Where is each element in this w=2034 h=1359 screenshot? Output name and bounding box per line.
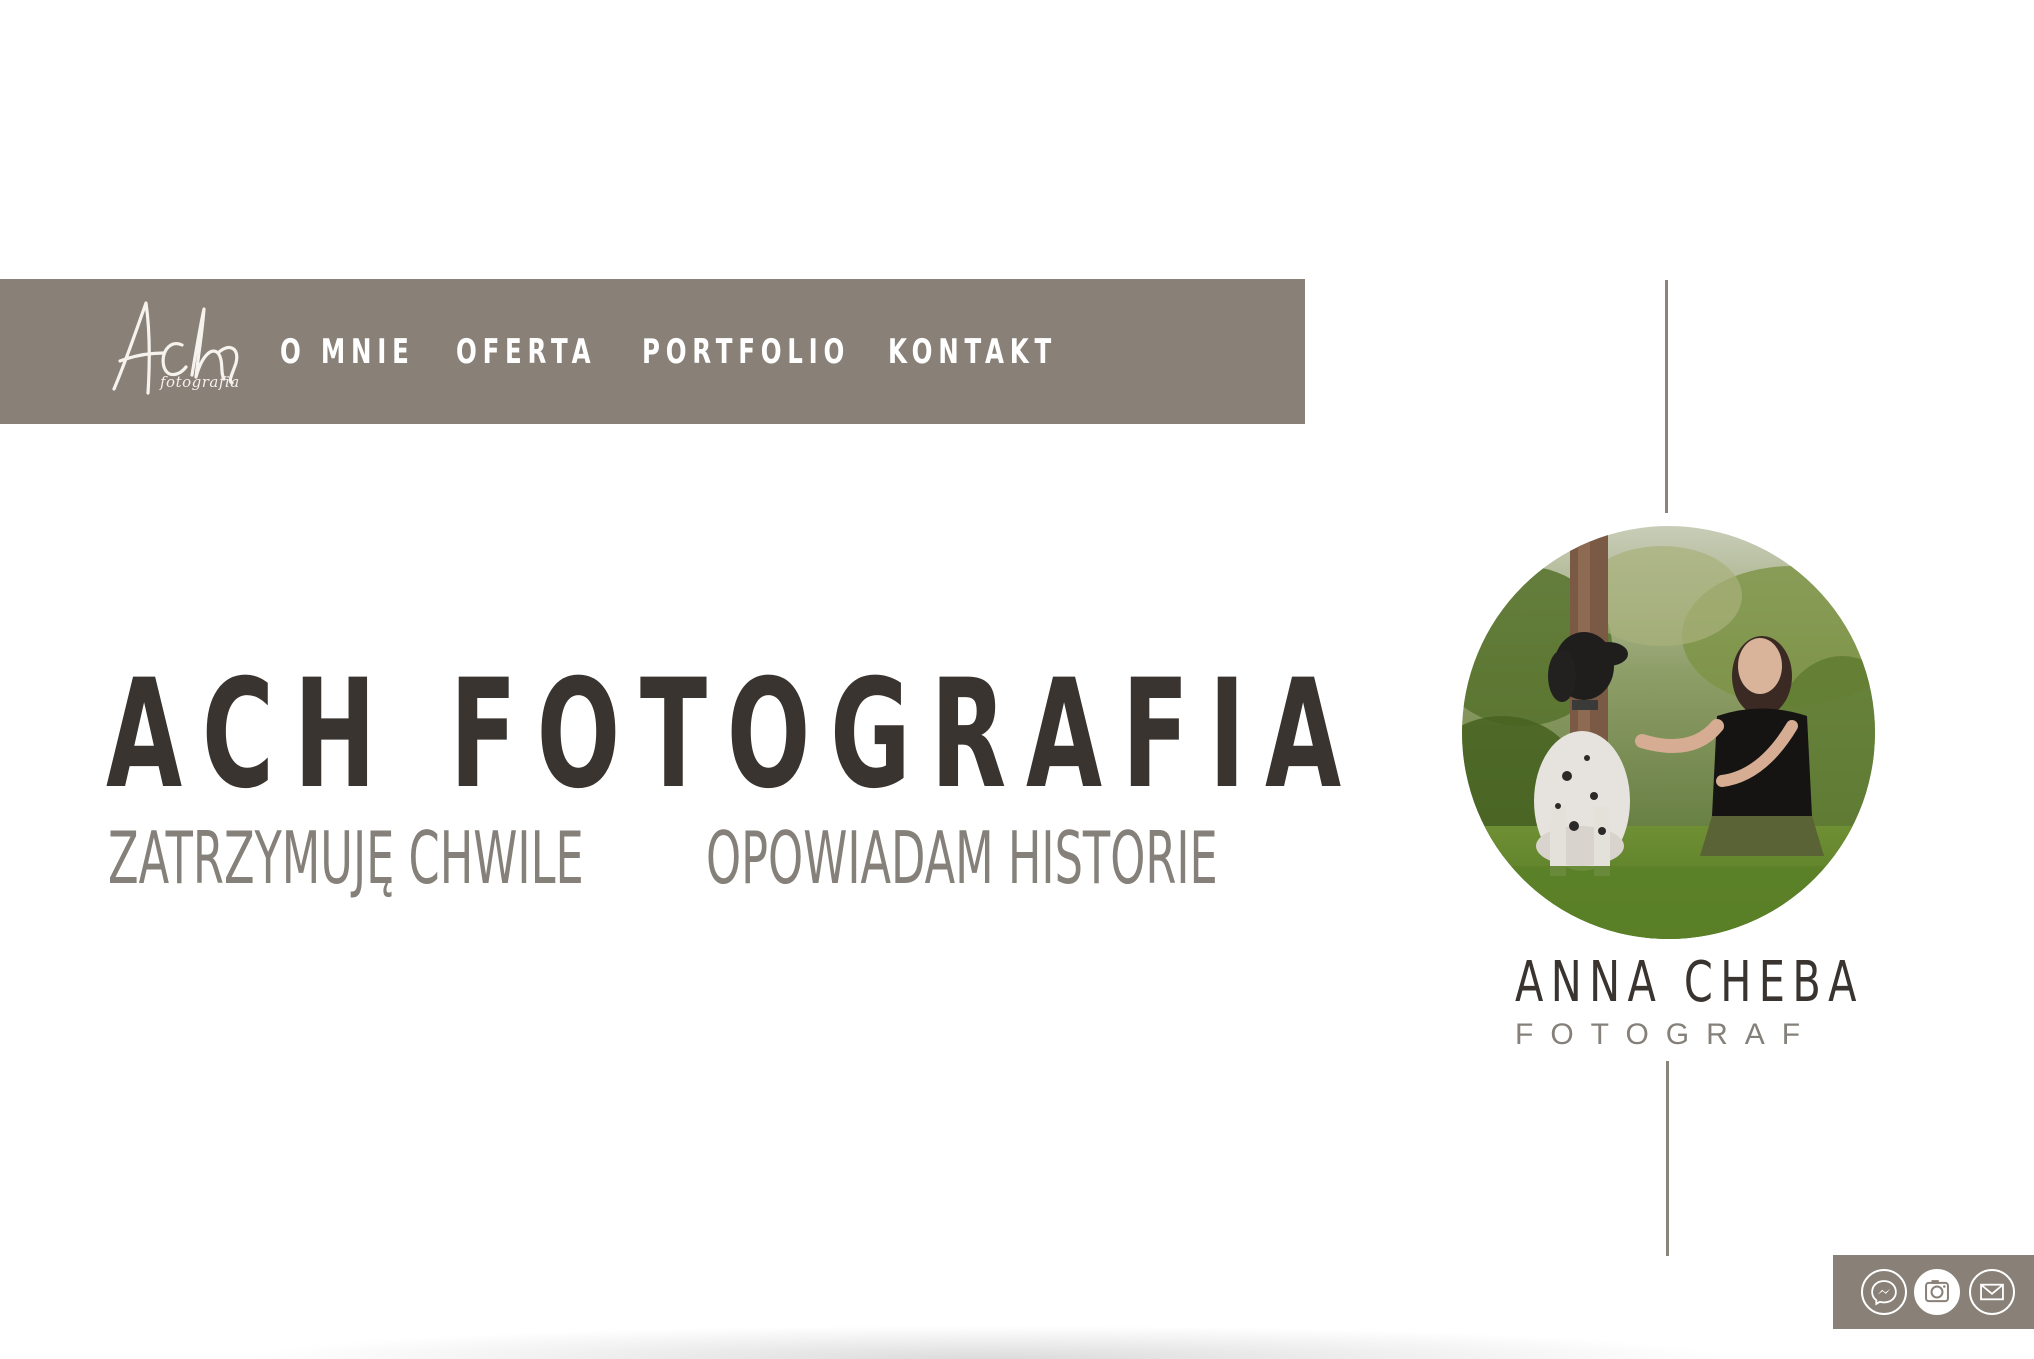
profile-photo <box>1462 526 1875 939</box>
messenger-button[interactable] <box>1861 1269 1907 1315</box>
portrait-photo <box>1462 526 1875 939</box>
logo-script-mark <box>112 301 239 395</box>
divider-line-bottom <box>1666 1061 1669 1256</box>
mail-icon <box>1980 1283 2004 1301</box>
social-bar <box>1833 1255 2034 1329</box>
hero-subtitle-right: OPOWIADAM HISTORIE <box>706 816 1218 900</box>
divider-line-top <box>1665 280 1668 513</box>
page-bottom-shadow <box>260 1326 1720 1359</box>
hero-subtitle-left: ZATRZYMUJĘ CHWILE <box>108 816 584 900</box>
nav-item-oferta[interactable]: OFERTA <box>456 332 596 372</box>
brand-logo[interactable]: fotografia <box>100 291 245 411</box>
profile-name: ANNA CHEBA <box>1515 950 1864 1015</box>
instagram-button[interactable] <box>1914 1269 1960 1315</box>
nav-item-portfolio[interactable]: PORTFOLIO <box>642 332 850 372</box>
profile-role: FOTOGRAF <box>1515 1018 1818 1051</box>
logo-subtitle: fotografia <box>160 373 240 391</box>
messenger-icon <box>1871 1280 1897 1306</box>
header-bar: fotografia O MNIE OFERTA PORTFOLIO KONTA… <box>0 279 1305 424</box>
instagram-camera-icon <box>1925 1280 1949 1303</box>
nav-item-kontakt[interactable]: KONTAKT <box>888 332 1057 372</box>
nav-item-o-mnie[interactable]: O MNIE <box>280 332 415 372</box>
mail-button[interactable] <box>1969 1269 2015 1315</box>
hero-title: ACH FOTOGRAFIA <box>106 648 1361 822</box>
